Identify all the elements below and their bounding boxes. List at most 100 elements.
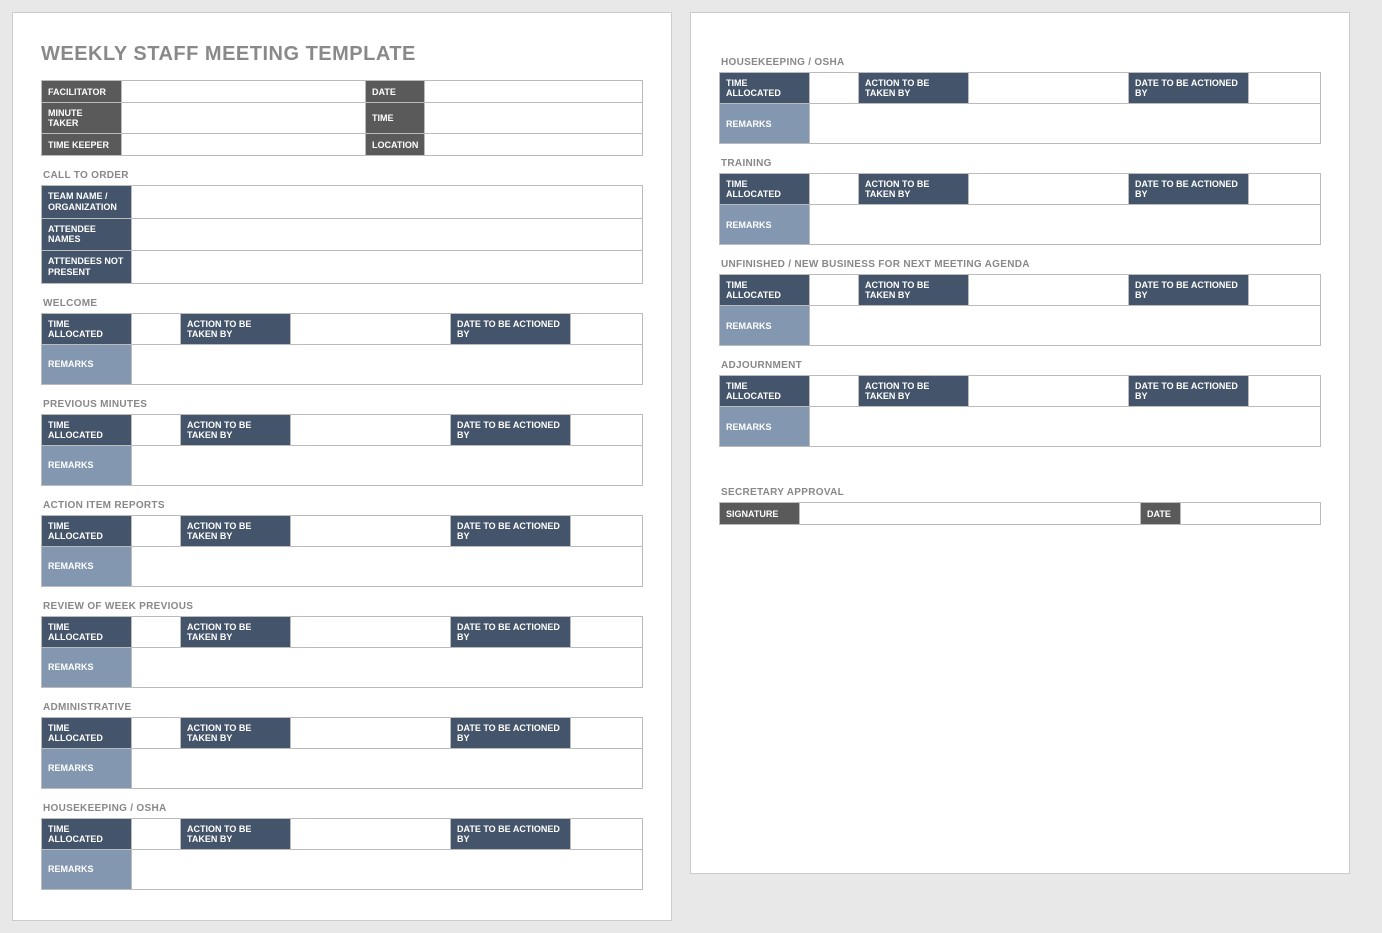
time-field[interactable] (425, 103, 643, 134)
agenda-section-header: PREVIOUS MINUTES (43, 399, 643, 410)
agenda-table: TIME ALLOCATEDACTION TO BE TAKEN BYDATE … (719, 274, 1321, 346)
date-by-label: DATE TO BE ACTIONED BY (451, 515, 571, 546)
not-present-field[interactable] (132, 251, 643, 284)
facilitator-label: FACILITATOR (42, 81, 122, 103)
action-by-label: ACTION TO BE TAKEN BY (859, 174, 969, 205)
time-allocated-label: TIME ALLOCATED (42, 515, 132, 546)
remarks-field[interactable] (132, 344, 643, 384)
time-allocated-label: TIME ALLOCATED (720, 174, 810, 205)
minute-taker-field[interactable] (122, 103, 366, 134)
time-allocated-field[interactable] (132, 414, 181, 445)
remarks-label: REMARKS (42, 344, 132, 384)
approval-date-field[interactable] (1181, 503, 1321, 525)
facilitator-field[interactable] (122, 81, 366, 103)
agenda-table: TIME ALLOCATEDACTION TO BE TAKEN BYDATE … (41, 515, 643, 587)
document-page-2: HOUSEKEEPING / OSHA TIME ALLOCATED ACTION … (690, 12, 1350, 874)
time-allocated-label: TIME ALLOCATED (720, 275, 810, 306)
action-by-label: ACTION TO BE TAKEN BY (181, 616, 291, 647)
remarks-label: REMARKS (42, 546, 132, 586)
team-name-field[interactable] (132, 186, 643, 219)
remarks-field[interactable] (132, 647, 643, 687)
call-to-order-table: TEAM NAME / ORGANIZATION ATTENDEE NAMES … (41, 185, 643, 284)
action-by-field[interactable] (969, 275, 1129, 306)
agenda-section-header: ADJOURNMENT (721, 360, 1321, 371)
remarks-field[interactable] (132, 849, 643, 889)
time-allocated-label: TIME ALLOCATED (720, 376, 810, 407)
approval-table: SIGNATURE DATE (719, 502, 1321, 525)
time-allocated-field[interactable] (810, 275, 859, 306)
action-by-label: ACTION TO BE TAKEN BY (181, 414, 291, 445)
date-by-label: DATE TO BE ACTIONED BY (1129, 174, 1249, 205)
remarks-field[interactable] (132, 445, 643, 485)
action-by-field[interactable] (291, 818, 451, 849)
date-by-label: DATE TO BE ACTIONED BY (451, 616, 571, 647)
agenda-table: TIME ALLOCATED ACTION TO BE TAKEN BY DATE … (719, 375, 1321, 447)
action-by-label: ACTION TO BE TAKEN BY (859, 376, 969, 407)
time-allocated-field[interactable] (810, 376, 859, 407)
not-present-label: ATTENDEES NOT PRESENT (42, 251, 132, 284)
meeting-info-table: FACILITATOR DATE MINUTE TAKER TIME TIME … (41, 80, 643, 156)
date-by-field[interactable] (1249, 174, 1321, 205)
action-by-field[interactable] (291, 515, 451, 546)
date-by-label: DATE TO BE ACTIONED BY (451, 414, 571, 445)
time-allocated-field[interactable] (132, 717, 181, 748)
document-title: WEEKLY STAFF MEETING TEMPLATE (41, 43, 643, 66)
remarks-label: REMARKS (42, 748, 132, 788)
date-by-field[interactable] (571, 313, 643, 344)
agenda-section-header: ADMINISTRATIVE (43, 702, 643, 713)
remarks-field[interactable] (810, 407, 1321, 447)
team-name-label: TEAM NAME / ORGANIZATION (42, 186, 132, 219)
time-allocated-field[interactable] (810, 73, 859, 104)
time-allocated-label: TIME ALLOCATED (42, 818, 132, 849)
action-by-field[interactable] (291, 313, 451, 344)
agenda-table: TIME ALLOCATEDACTION TO BE TAKEN BYDATE … (41, 616, 643, 688)
date-by-field[interactable] (1249, 275, 1321, 306)
remarks-label: REMARKS (720, 407, 810, 447)
date-label: DATE (366, 81, 425, 103)
action-by-field[interactable] (291, 414, 451, 445)
action-by-field[interactable] (291, 717, 451, 748)
action-by-field[interactable] (969, 376, 1129, 407)
remarks-field[interactable] (810, 306, 1321, 346)
action-by-label: ACTION TO BE TAKEN BY (859, 275, 969, 306)
agenda-section-header: WELCOME (43, 298, 643, 309)
time-allocated-field[interactable] (132, 818, 181, 849)
time-keeper-label: TIME KEEPER (42, 134, 122, 156)
date-by-field[interactable] (571, 818, 643, 849)
time-allocated-label: TIME ALLOCATED (42, 313, 132, 344)
date-by-field[interactable] (571, 515, 643, 546)
date-by-field[interactable] (571, 414, 643, 445)
location-field[interactable] (425, 134, 643, 156)
date-by-field[interactable] (571, 717, 643, 748)
action-by-label: ACTION TO BE TAKEN BY (859, 73, 969, 104)
attendee-names-field[interactable] (132, 218, 643, 251)
remarks-field[interactable] (810, 205, 1321, 245)
agenda-section-header: HOUSEKEEPING / OSHA (43, 803, 643, 814)
agenda-table: TIME ALLOCATEDACTION TO BE TAKEN BYDATE … (41, 818, 643, 890)
date-by-field[interactable] (1249, 73, 1321, 104)
time-allocated-field[interactable] (132, 515, 181, 546)
time-allocated-field[interactable] (132, 313, 181, 344)
date-by-field[interactable] (1249, 376, 1321, 407)
location-label: LOCATION (366, 134, 425, 156)
time-allocated-field[interactable] (810, 174, 859, 205)
date-by-label: DATE TO BE ACTIONED BY (451, 818, 571, 849)
agenda-section-header: HOUSEKEEPING / OSHA (721, 57, 1321, 68)
signature-field[interactable] (800, 503, 1141, 525)
time-label: TIME (366, 103, 425, 134)
minute-taker-label: MINUTE TAKER (42, 103, 122, 134)
agenda-table: TIME ALLOCATEDACTION TO BE TAKEN BYDATE … (719, 72, 1321, 144)
remarks-field[interactable] (810, 104, 1321, 144)
remarks-field[interactable] (132, 546, 643, 586)
document-page-1: WEEKLY STAFF MEETING TEMPLATE FACILITATO… (12, 12, 672, 921)
date-by-field[interactable] (571, 616, 643, 647)
date-by-label: DATE TO BE ACTIONED BY (1129, 376, 1249, 407)
action-by-field[interactable] (969, 73, 1129, 104)
action-by-field[interactable] (969, 174, 1129, 205)
date-field[interactable] (425, 81, 643, 103)
action-by-field[interactable] (291, 616, 451, 647)
remarks-field[interactable] (132, 748, 643, 788)
time-allocated-field[interactable] (132, 616, 181, 647)
time-keeper-field[interactable] (122, 134, 366, 156)
date-by-label: DATE TO BE ACTIONED BY (451, 313, 571, 344)
